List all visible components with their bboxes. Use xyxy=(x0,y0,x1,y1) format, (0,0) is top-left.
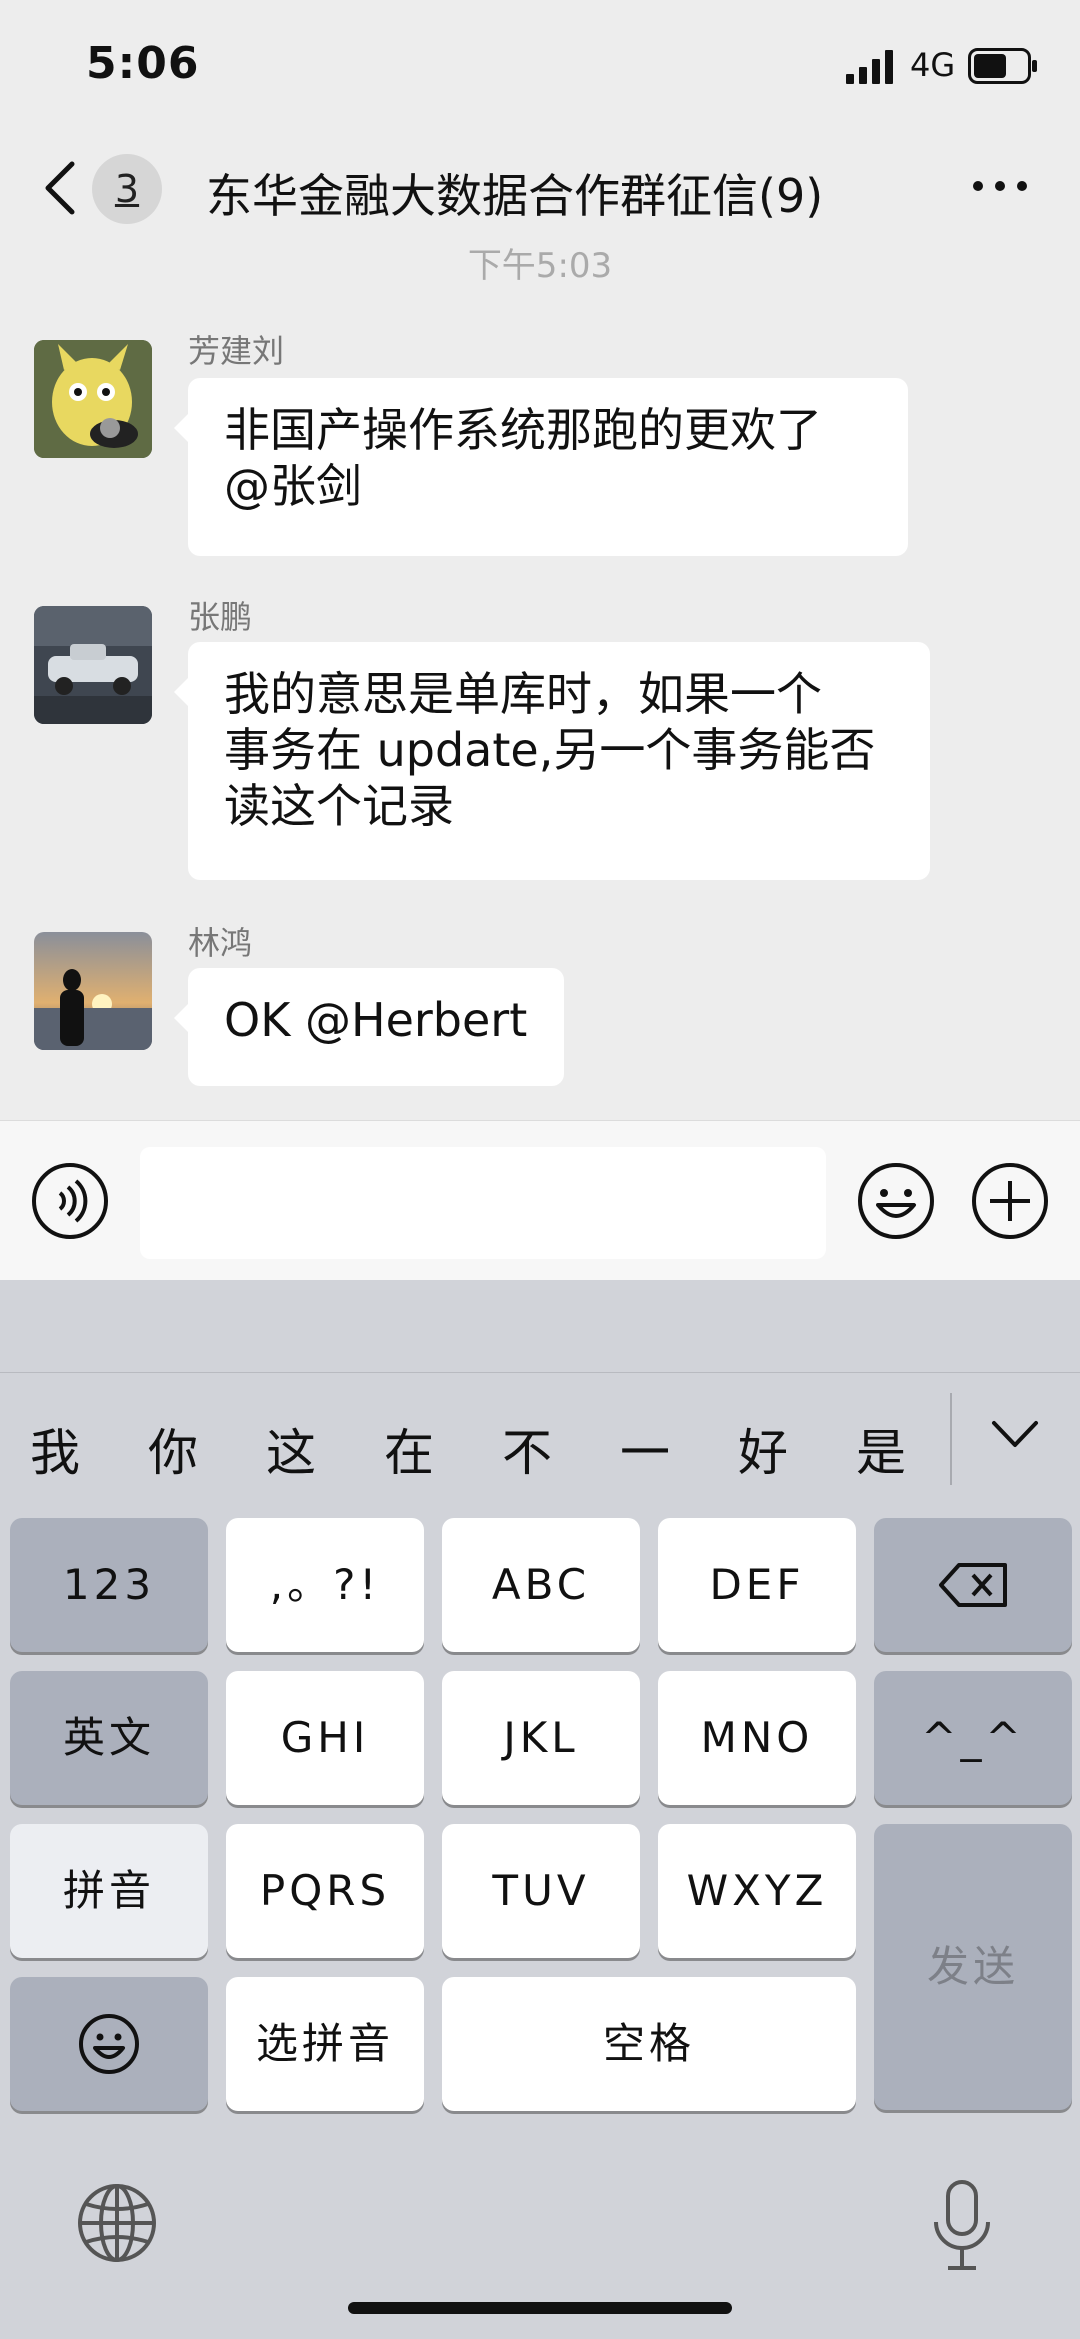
key-ghi[interactable]: GHI xyxy=(226,1671,424,1805)
chat-header: 3 东华金融大数据合作群征信(9) xyxy=(0,140,1080,252)
globe-icon[interactable] xyxy=(76,2182,158,2264)
key-english[interactable]: 英文 xyxy=(10,1671,208,1805)
message-timestamp: 下午5:03 xyxy=(467,246,613,282)
key-pinyin[interactable]: 拼音 xyxy=(10,1824,208,1958)
message-input[interactable] xyxy=(140,1147,826,1259)
avatar[interactable] xyxy=(34,932,152,1050)
avatar-image xyxy=(34,340,152,458)
message-bubble[interactable]: OK @Herbert xyxy=(174,968,564,1086)
avatar[interactable] xyxy=(34,340,152,458)
key-mno[interactable]: MNO xyxy=(658,1671,856,1805)
microphone-icon[interactable] xyxy=(930,2178,994,2274)
signal-icon xyxy=(846,50,893,84)
key-wxyz[interactable]: WXYZ xyxy=(658,1824,856,1958)
candidate-divider xyxy=(950,1393,952,1485)
backspace-icon xyxy=(939,1563,1007,1607)
home-indicator[interactable] xyxy=(348,2302,732,2314)
emoji-icon[interactable] xyxy=(856,1161,936,1241)
status-bar: 5:06 4G xyxy=(0,0,1080,140)
candidate-item[interactable]: 不 xyxy=(502,1413,552,1485)
key-def[interactable]: DEF xyxy=(658,1518,856,1652)
candidate-item[interactable]: 是 xyxy=(856,1413,906,1485)
key-delete[interactable] xyxy=(874,1518,1072,1652)
message-line: @张剑 xyxy=(224,459,362,513)
key-punctuation[interactable]: ,。?! xyxy=(226,1518,424,1652)
candidate-item[interactable]: 这 xyxy=(266,1413,316,1485)
candidate-item[interactable]: 我 xyxy=(30,1413,80,1485)
avatar[interactable] xyxy=(34,606,152,724)
message-line: OK @Herbert xyxy=(224,993,528,1047)
plus-icon[interactable] xyxy=(970,1161,1050,1241)
sender-name: 林鸿 xyxy=(188,924,253,962)
key-123[interactable]: 123 xyxy=(10,1518,208,1652)
key-abc[interactable]: ABC xyxy=(442,1518,640,1652)
candidate-item[interactable]: 好 xyxy=(738,1413,788,1485)
back-chevron-icon[interactable] xyxy=(40,160,80,216)
network-label: 4G xyxy=(910,46,956,84)
key-jkl[interactable]: JKL xyxy=(442,1671,640,1805)
chevron-down-icon[interactable] xyxy=(990,1419,1040,1449)
avatar-image xyxy=(34,606,152,724)
message-bubble[interactable]: 非国产操作系统那跑的更欢了 @张剑 xyxy=(174,378,908,556)
message-line: 非国产操作系统那跑的更欢了 xyxy=(224,403,822,457)
sender-name: 芳建刘 xyxy=(188,332,285,370)
candidate-item[interactable]: 一 xyxy=(620,1413,670,1485)
more-icon[interactable] xyxy=(970,174,1030,198)
message-line: 读这个记录 xyxy=(224,779,454,833)
voice-icon[interactable] xyxy=(30,1161,110,1241)
candidate-item[interactable]: 在 xyxy=(384,1413,434,1485)
candidate-item[interactable]: 你 xyxy=(148,1413,198,1485)
unread-count-badge[interactable]: 3 xyxy=(92,154,162,224)
candidate-bar: 我 你 这 在 不 一 好 是 xyxy=(0,1372,1080,1493)
sender-name: 张鹏 xyxy=(188,598,253,636)
smiley-icon xyxy=(79,2014,139,2074)
input-bar xyxy=(0,1120,1080,1281)
key-pqrs[interactable]: PQRS xyxy=(226,1824,424,1958)
message-line: 我的意思是单库时，如果一个 xyxy=(224,667,822,721)
battery-icon xyxy=(968,48,1037,84)
keyboard: 我 你 这 在 不 一 好 是 123 ,。?! ABC DEF 英文 GHI … xyxy=(0,1280,1080,2339)
key-kaomoji[interactable]: ^_^ xyxy=(874,1671,1072,1805)
status-time: 5:06 xyxy=(86,38,200,89)
key-emoji[interactable] xyxy=(10,1977,208,2111)
key-select-pinyin[interactable]: 选拼音 xyxy=(226,1977,424,2111)
key-tuv[interactable]: TUV xyxy=(442,1824,640,1958)
message-bubble[interactable]: 我的意思是单库时，如果一个 事务在 update,另一个事务能否 读这个记录 xyxy=(174,642,930,880)
key-send[interactable]: 发送 xyxy=(874,1824,1072,2110)
chat-title: 东华金融大数据合作群征信(9) xyxy=(206,169,824,223)
avatar-image xyxy=(34,932,152,1050)
key-space[interactable]: 空格 xyxy=(442,1977,856,2111)
message-line: 事务在 update,另一个事务能否 xyxy=(224,723,876,777)
